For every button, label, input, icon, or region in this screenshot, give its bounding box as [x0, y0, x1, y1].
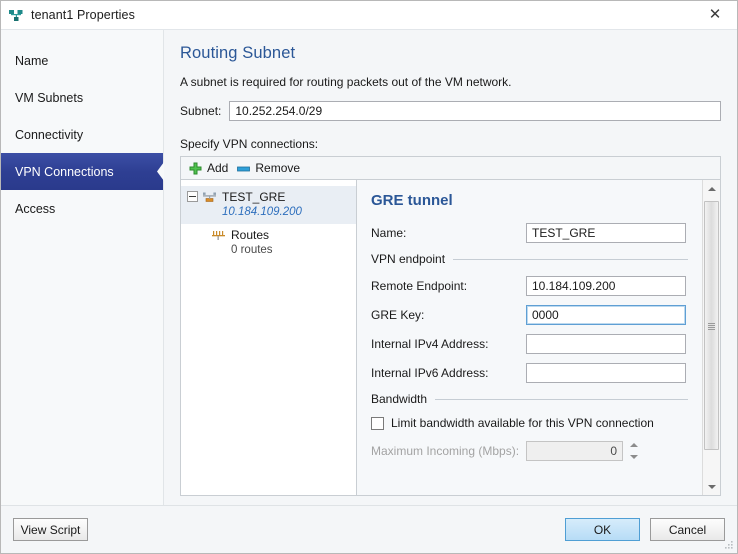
vpn-detail-pane: GRE tunnel Name: VPN endpoint Remote End… [357, 180, 720, 495]
tree-node-text: TEST_GRE 10.184.109.200 [222, 189, 302, 221]
routes-icon [211, 228, 226, 242]
plus-icon [189, 162, 202, 175]
grip-icon [708, 322, 715, 330]
collapse-icon[interactable] [187, 191, 198, 202]
tree-node-subtitle: 0 routes [231, 243, 273, 256]
tree-node-subtitle: 10.184.109.200 [222, 206, 302, 219]
chevron-up-icon [707, 186, 716, 191]
add-button[interactable]: Add [187, 158, 235, 179]
name-row: Name: [371, 223, 720, 243]
sidebar-item-vm-subnets[interactable]: VM Subnets [1, 79, 163, 116]
add-button-label: Add [207, 161, 229, 175]
name-input[interactable] [526, 223, 686, 243]
gre-key-row: GRE Key: [371, 305, 720, 325]
internal-ipv4-input[interactable] [526, 334, 686, 354]
sidebar-item-connectivity[interactable]: Connectivity [1, 116, 163, 153]
sidebar: Name VM Subnets Connectivity VPN Connect… [1, 30, 164, 505]
dialog-body: Name VM Subnets Connectivity VPN Connect… [1, 30, 737, 505]
tree-node-text: Routes 0 routes [231, 227, 273, 259]
sidebar-item-label: VPN Connections [15, 164, 114, 179]
sidebar-item-label: Name [15, 53, 49, 68]
resize-grip-icon[interactable] [723, 539, 734, 550]
group-divider [453, 258, 688, 260]
max-incoming-label: Maximum Incoming (Mbps): [371, 444, 520, 458]
vpn-tree[interactable]: TEST_GRE 10.184.109.200 Routes 0 routes [181, 180, 357, 495]
tree-node-title: TEST_GRE [222, 190, 286, 204]
sidebar-item-label: Connectivity [15, 127, 84, 142]
view-script-button[interactable]: View Script [13, 518, 88, 541]
gre-key-label: GRE Key: [371, 308, 425, 322]
vpn-tunnel-icon [202, 190, 217, 204]
scroll-up-button[interactable] [703, 180, 720, 197]
main-pane: Routing Subnet A subnet is required for … [164, 30, 737, 505]
internal-ipv4-label: Internal IPv4 Address: [371, 337, 489, 351]
sidebar-item-label: Access [15, 201, 56, 216]
max-incoming-row: Maximum Incoming (Mbps): 0 [371, 441, 720, 461]
page-title: Routing Subnet [180, 44, 296, 62]
tree-node-routes[interactable]: Routes 0 routes [181, 224, 356, 262]
vpn-panel: Add Remove TEST_GRE 10.184.109.200 Route… [180, 156, 721, 505]
name-label: Name: [371, 226, 407, 240]
ok-button[interactable]: OK [565, 518, 640, 541]
scroll-thumb[interactable] [704, 201, 719, 450]
internal-ipv6-row: Internal IPv6 Address: [371, 363, 720, 383]
dialog-footer: View Script OK Cancel [1, 505, 737, 553]
bandwidth-group-header: Bandwidth [371, 392, 720, 406]
minus-icon [237, 162, 251, 175]
gre-key-input[interactable] [526, 305, 686, 325]
limit-bandwidth-label: Limit bandwidth available for this VPN c… [391, 416, 654, 430]
sidebar-item-vpn-connections[interactable]: VPN Connections [1, 153, 164, 190]
sidebar-item-name[interactable]: Name [1, 42, 163, 79]
sidebar-item-label: VM Subnets [15, 90, 84, 105]
subnet-row: Subnet: [180, 101, 721, 121]
stepper-buttons[interactable] [626, 441, 641, 461]
page-description: A subnet is required for routing packets… [180, 75, 512, 89]
sidebar-item-access[interactable]: Access [1, 190, 163, 227]
remote-endpoint-input[interactable] [526, 276, 686, 296]
properties-dialog: tenant1 Properties ✕ Name VM Subnets Con… [0, 0, 738, 554]
tree-node-vpn-connection[interactable]: TEST_GRE 10.184.109.200 [181, 186, 356, 224]
cancel-button[interactable]: Cancel [650, 518, 725, 541]
vpn-endpoint-group-header: VPN endpoint [371, 252, 720, 266]
selection-pointer-icon [152, 153, 164, 190]
internal-ipv6-label: Internal IPv6 Address: [371, 366, 489, 380]
vpn-endpoint-group-label: VPN endpoint [371, 252, 446, 266]
detail-scrollbar[interactable] [702, 180, 720, 495]
vpn-panels: TEST_GRE 10.184.109.200 Routes 0 routes … [180, 179, 721, 496]
chevron-down-icon [707, 484, 716, 489]
bandwidth-group-label: Bandwidth [371, 392, 428, 406]
detail-title: GRE tunnel [371, 192, 453, 209]
remote-endpoint-row: Remote Endpoint: [371, 276, 720, 296]
subnet-label: Subnet: [180, 104, 222, 118]
max-incoming-value[interactable]: 0 [526, 441, 623, 461]
subnet-input[interactable] [229, 101, 721, 121]
group-divider [435, 398, 688, 400]
network-icon [8, 7, 24, 23]
stepper-up-icon[interactable] [629, 443, 638, 447]
internal-ipv6-input[interactable] [526, 363, 686, 383]
limit-bandwidth-checkbox[interactable] [371, 416, 384, 430]
scroll-track[interactable] [703, 197, 720, 478]
internal-ipv4-row: Internal IPv4 Address: [371, 334, 720, 354]
remove-button[interactable]: Remove [235, 158, 307, 179]
stepper-down-icon[interactable] [629, 455, 638, 459]
specify-vpn-label: Specify VPN connections: [180, 137, 319, 151]
scroll-down-button[interactable] [703, 478, 720, 495]
remove-button-label: Remove [255, 161, 301, 175]
close-icon[interactable]: ✕ [693, 1, 737, 28]
max-incoming-stepper[interactable]: 0 [526, 441, 641, 461]
title-bar: tenant1 Properties ✕ [1, 1, 737, 30]
remote-endpoint-label: Remote Endpoint: [371, 279, 468, 293]
tree-node-title: Routes [231, 227, 270, 242]
limit-bandwidth-row[interactable]: Limit bandwidth available for this VPN c… [371, 416, 720, 430]
window-title: tenant1 Properties [31, 8, 135, 22]
vpn-toolbar: Add Remove [180, 156, 721, 179]
